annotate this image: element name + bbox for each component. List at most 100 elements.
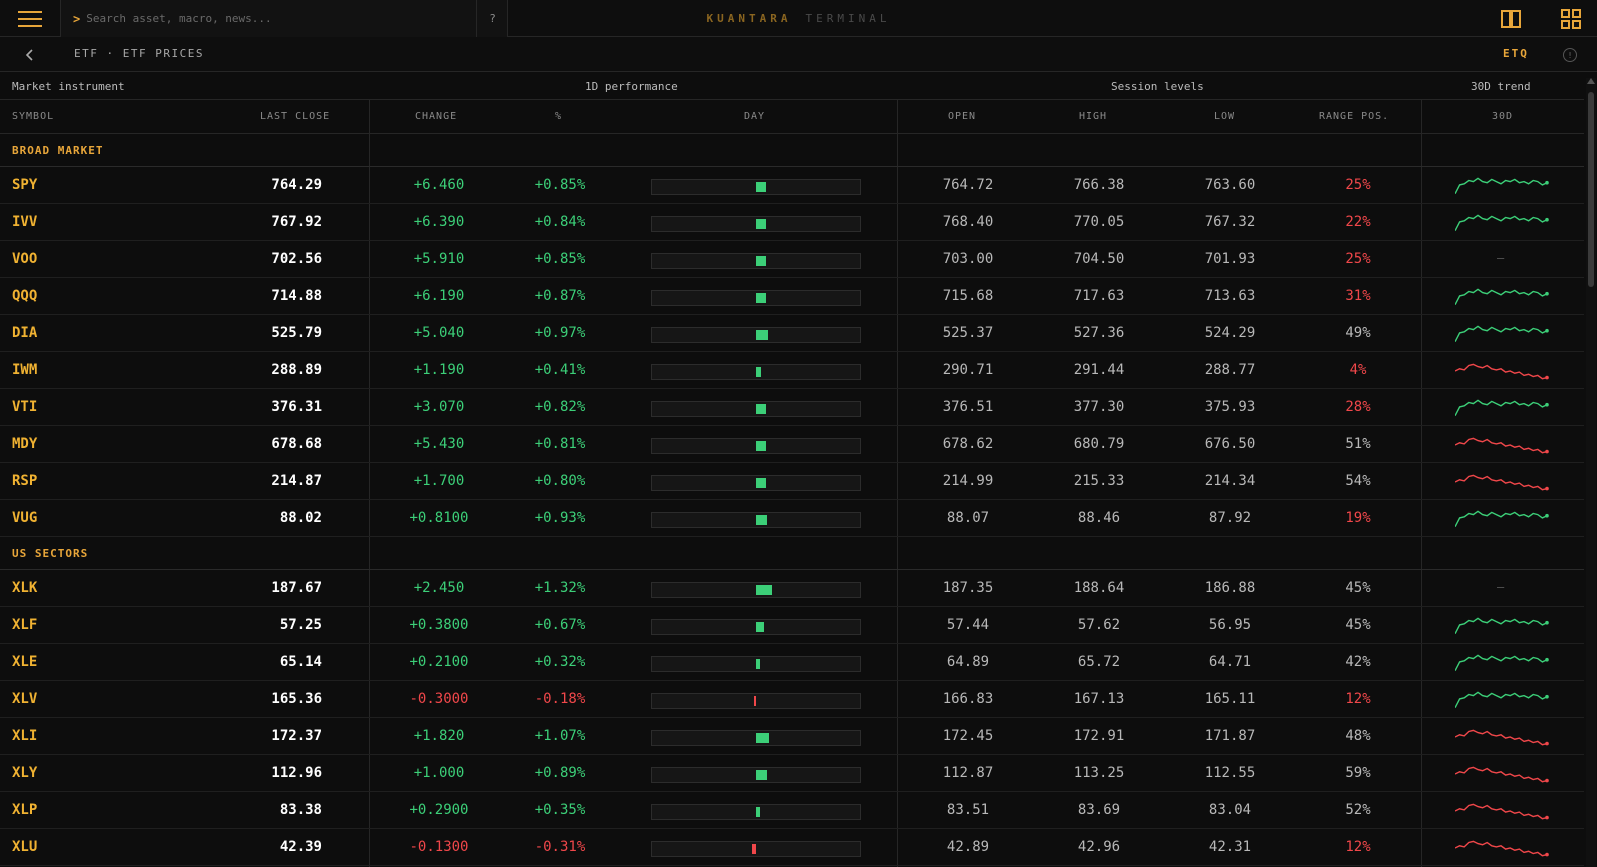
split-columns-icon[interactable] bbox=[1500, 8, 1522, 30]
search-box: > bbox=[60, 0, 508, 37]
open-value: 703.00 bbox=[942, 251, 994, 267]
day-bar-fill bbox=[756, 293, 767, 303]
last-close: 764.29 bbox=[271, 177, 322, 193]
symbol-link[interactable]: IVV bbox=[12, 214, 37, 230]
grid-layout-icon[interactable] bbox=[1560, 8, 1582, 30]
col-low[interactable]: LOW bbox=[1214, 111, 1235, 122]
table-row[interactable]: MDY 678.68 +5.430 +0.81% 678.62 680.79 6… bbox=[0, 426, 1584, 463]
day-bar-fill bbox=[756, 367, 761, 377]
day-bar-fill bbox=[756, 256, 767, 266]
table-row[interactable]: RSP 214.87 +1.700 +0.80% 214.99 215.33 2… bbox=[0, 463, 1584, 500]
low-value: 87.92 bbox=[1208, 510, 1252, 526]
back-chevron-icon[interactable] bbox=[20, 46, 40, 64]
range-position: 45% bbox=[1345, 617, 1371, 633]
table-row[interactable]: SPY 764.29 +6.460 +0.85% 764.72 766.38 7… bbox=[0, 167, 1584, 204]
table-row[interactable]: XLE 65.14 +0.2100 +0.32% 64.89 65.72 64.… bbox=[0, 644, 1584, 681]
day-bar-fill bbox=[756, 182, 767, 192]
symbol-link[interactable]: XLK bbox=[12, 580, 37, 596]
table-row[interactable]: VUG 88.02 +0.8100 +0.93% 88.07 88.46 87.… bbox=[0, 500, 1584, 537]
last-close: 42.39 bbox=[279, 839, 322, 855]
symbol-link[interactable]: DIA bbox=[12, 325, 37, 341]
open-value: 187.35 bbox=[942, 580, 994, 596]
table-row[interactable]: DIA 525.79 +5.040 +0.97% 525.37 527.36 5… bbox=[0, 315, 1584, 352]
high-value: 680.79 bbox=[1073, 436, 1125, 452]
view-code[interactable]: ETQ bbox=[1503, 47, 1529, 60]
col-pct[interactable]: % bbox=[555, 111, 562, 122]
sparkline-chart bbox=[1455, 654, 1549, 672]
col-last-close[interactable]: LAST CLOSE bbox=[260, 111, 330, 122]
table-row[interactable]: VOO 702.56 +5.910 +0.85% 703.00 704.50 7… bbox=[0, 241, 1584, 278]
day-range-bar bbox=[651, 767, 861, 783]
section-title: US SECTORS bbox=[12, 547, 89, 560]
open-value: 57.44 bbox=[946, 617, 990, 633]
symbol-link[interactable]: XLU bbox=[12, 839, 37, 855]
table-row[interactable]: IVV 767.92 +6.390 +0.84% 768.40 770.05 7… bbox=[0, 204, 1584, 241]
sparkline-chart bbox=[1455, 399, 1549, 417]
symbol-link[interactable]: VOO bbox=[12, 251, 37, 267]
symbol-link[interactable]: MDY bbox=[12, 436, 37, 452]
col-day[interactable]: DAY bbox=[744, 111, 765, 122]
symbol-link[interactable]: XLV bbox=[12, 691, 37, 707]
open-value: 525.37 bbox=[942, 325, 994, 341]
table-row[interactable]: QQQ 714.88 +6.190 +0.87% 715.68 717.63 7… bbox=[0, 278, 1584, 315]
scrollbar[interactable] bbox=[1586, 78, 1596, 867]
col-symbol[interactable]: SYMBOL bbox=[12, 111, 54, 122]
col-high[interactable]: HIGH bbox=[1079, 111, 1107, 122]
sparkline-chart bbox=[1455, 840, 1549, 857]
search-input[interactable] bbox=[86, 0, 507, 37]
info-icon[interactable]: ! bbox=[1563, 48, 1577, 62]
col-range-pos[interactable]: RANGE POS. bbox=[1319, 111, 1389, 122]
day-bar-fill bbox=[756, 219, 767, 229]
symbol-link[interactable]: XLY bbox=[12, 765, 37, 781]
symbol-link[interactable]: VUG bbox=[12, 510, 37, 526]
symbol-link[interactable]: SPY bbox=[12, 177, 37, 193]
group-header-row: Market instrument 1D performance Session… bbox=[0, 72, 1584, 100]
table-row[interactable]: VTI 376.31 +3.070 +0.82% 376.51 377.30 3… bbox=[0, 389, 1584, 426]
last-close: 88.02 bbox=[279, 510, 322, 526]
table-row[interactable]: XLY 112.96 +1.000 +0.89% 112.87 113.25 1… bbox=[0, 755, 1584, 792]
low-value: 64.71 bbox=[1208, 654, 1252, 670]
table-row[interactable]: XLK 187.67 +2.450 +1.32% 187.35 188.64 1… bbox=[0, 570, 1584, 607]
table-row[interactable]: IWM 288.89 +1.190 +0.41% 290.71 291.44 2… bbox=[0, 352, 1584, 389]
hamburger-menu-icon[interactable] bbox=[0, 0, 60, 37]
change-value: +1.000 bbox=[413, 765, 465, 781]
sparkline-chart bbox=[1455, 437, 1549, 454]
last-close: 702.56 bbox=[271, 251, 322, 267]
symbol-link[interactable]: QQQ bbox=[12, 288, 37, 304]
scrollbar-thumb[interactable] bbox=[1588, 92, 1594, 287]
symbol-link[interactable]: XLI bbox=[12, 728, 37, 744]
symbol-link[interactable]: XLE bbox=[12, 654, 37, 670]
col-open[interactable]: OPEN bbox=[948, 111, 976, 122]
symbol-link[interactable]: XLF bbox=[12, 617, 37, 633]
symbol-link[interactable]: RSP bbox=[12, 473, 37, 489]
low-value: 56.95 bbox=[1208, 617, 1252, 633]
symbol-link[interactable]: IWM bbox=[12, 362, 37, 378]
help-button[interactable]: ? bbox=[476, 0, 508, 37]
table-row[interactable]: XLF 57.25 +0.3800 +0.67% 57.44 57.62 56.… bbox=[0, 607, 1584, 644]
etf-table: Market instrument 1D performance Session… bbox=[0, 72, 1584, 867]
last-close: 288.89 bbox=[271, 362, 322, 378]
range-position: 48% bbox=[1345, 728, 1371, 744]
percent-change: +1.07% bbox=[534, 728, 586, 744]
open-value: 88.07 bbox=[946, 510, 990, 526]
low-value: 83.04 bbox=[1208, 802, 1252, 818]
col-trend[interactable]: 30D bbox=[1492, 111, 1513, 122]
table-row[interactable]: XLI 172.37 +1.820 +1.07% 172.45 172.91 1… bbox=[0, 718, 1584, 755]
day-bar-fill bbox=[756, 330, 768, 340]
col-change[interactable]: CHANGE bbox=[415, 111, 457, 122]
table-row[interactable]: XLP 83.38 +0.2900 +0.35% 83.51 83.69 83.… bbox=[0, 792, 1584, 829]
symbol-link[interactable]: VTI bbox=[12, 399, 37, 415]
sparkline-chart bbox=[1455, 325, 1549, 343]
table-row[interactable]: XLV 165.36 -0.3000 -0.18% 166.83 167.13 … bbox=[0, 681, 1584, 718]
change-value: +5.430 bbox=[413, 436, 465, 452]
low-value: 171.87 bbox=[1204, 728, 1256, 744]
open-value: 715.68 bbox=[942, 288, 994, 304]
symbol-link[interactable]: XLP bbox=[12, 802, 37, 818]
day-range-bar bbox=[651, 841, 861, 857]
change-value: +0.2900 bbox=[409, 802, 469, 818]
scroll-up-arrow-icon[interactable] bbox=[1587, 78, 1595, 84]
table-row[interactable]: XLU 42.39 -0.1300 -0.31% 42.89 42.96 42.… bbox=[0, 829, 1584, 866]
section-header: BROAD MARKET bbox=[0, 134, 1584, 167]
breadcrumb: ETF · ETF PRICES bbox=[74, 47, 204, 60]
high-value: 377.30 bbox=[1073, 399, 1125, 415]
